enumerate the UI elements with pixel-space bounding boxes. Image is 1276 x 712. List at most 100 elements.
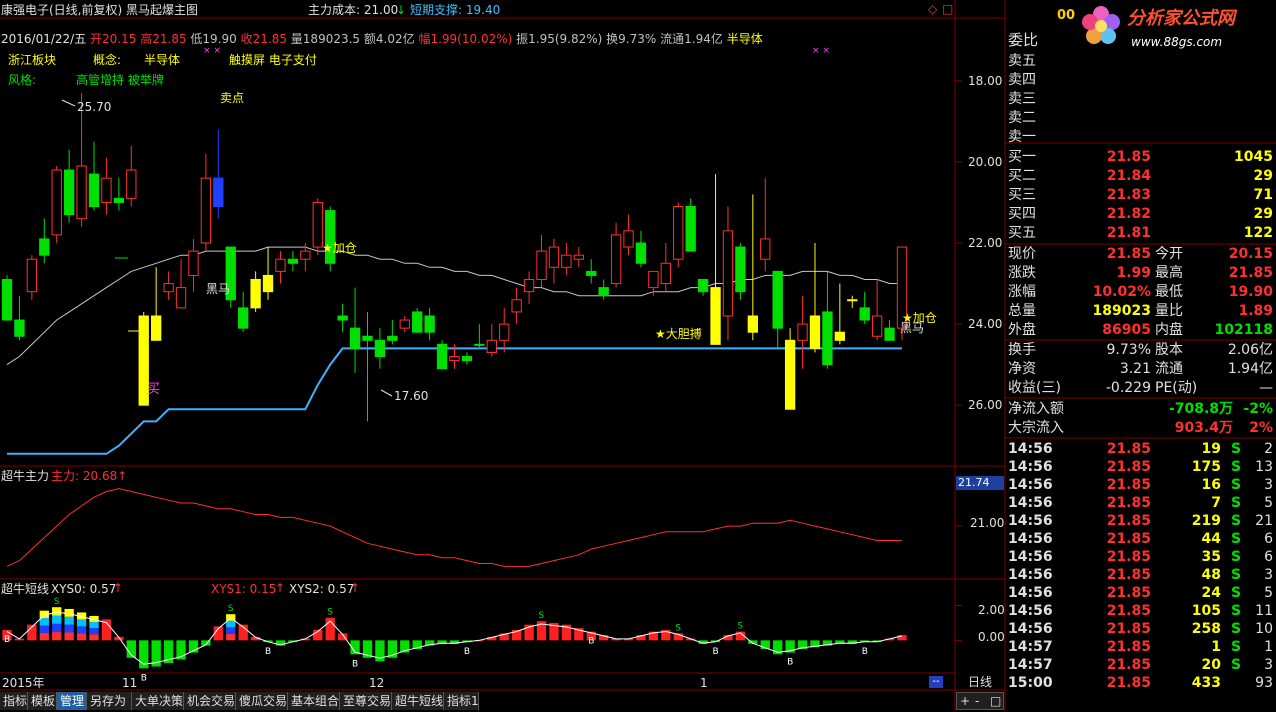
tick-price: 21.85 [1106, 531, 1151, 547]
candle-body [287, 258, 299, 264]
short-bar-seg [226, 614, 236, 621]
bid-volume: 29 [1253, 206, 1273, 222]
time-axis-dec: 12 [369, 676, 385, 690]
buy-mark-label: 买 [147, 382, 161, 397]
tick-price: 21.85 [1106, 603, 1151, 619]
zoom-out-button[interactable]: - [975, 694, 979, 708]
tick-side: S [1231, 567, 1242, 583]
style-value: 高管增持 被举牌 [76, 73, 164, 87]
bid-level-label: 买三 [1008, 187, 1036, 203]
short-bar-seg [89, 634, 99, 641]
high-price-label: 25.70 [77, 100, 112, 114]
period-selector[interactable]: 日线 [956, 674, 1004, 690]
tab-4[interactable]: 大单决策 [132, 692, 184, 710]
tick-side: S [1231, 585, 1242, 601]
tick-count: 3 [1264, 657, 1273, 673]
cost-down-arrow-icon: ↓ [396, 3, 407, 17]
ask-level-label: 卖三 [1008, 91, 1036, 107]
buy-signal-b: B [141, 673, 147, 683]
candle-body [561, 254, 572, 268]
tab-0[interactable]: 指标 [0, 692, 28, 710]
quote-amplitude: 振1.95(9.82%) [516, 32, 603, 46]
tick-time: 14:57 [1008, 657, 1053, 673]
low-pointer-line [380, 389, 393, 397]
x-mark-left: × × [203, 46, 221, 56]
main-force-line [6, 488, 902, 567]
sell-point-label: 卖点 [220, 91, 245, 105]
candle-body [163, 283, 174, 293]
candle-body [673, 206, 684, 260]
ask-level-label: 卖五 [1008, 53, 1036, 69]
stat2-value: — [1259, 380, 1273, 396]
candle-body [39, 238, 50, 256]
main-force-title: 超牛主力 [1, 469, 50, 483]
tick-price: 21.85 [1106, 549, 1151, 565]
tick-time: 14:56 [1008, 441, 1053, 457]
tick-price: 21.85 [1106, 477, 1151, 493]
short-bar-seg [64, 624, 74, 633]
candle-body [784, 339, 796, 410]
stat-value: 86905 [1102, 322, 1151, 338]
short-bar-seg [52, 623, 62, 633]
tick-side: S [1231, 657, 1242, 673]
time-axis-year: 2015年 [2, 676, 45, 690]
zoom-in-button[interactable]: + [960, 694, 970, 708]
tick-price: 21.85 [1106, 567, 1151, 583]
logo-text: 分析家公式网 [1127, 8, 1235, 29]
tab-5[interactable]: 机会交易 [184, 692, 236, 710]
tick-time: 14:56 [1008, 477, 1053, 493]
support-label: 短期支撑: 19.40 [410, 3, 501, 17]
tick-side: S [1231, 603, 1242, 619]
candle-body [250, 278, 261, 309]
add-position-label-1: ★加仓 [322, 241, 357, 255]
stock-code-fragment: 00 [1057, 8, 1076, 23]
tick-volume: 44 [1201, 531, 1221, 547]
fullscreen-icon[interactable]: □ [990, 694, 1001, 708]
time-axis-jan: 1 [700, 676, 708, 690]
short-bar-seg [89, 628, 99, 635]
candle-body [113, 197, 125, 203]
low-price-label: 17.60 [394, 389, 429, 403]
short-bar-seg [64, 616, 74, 625]
tab-1[interactable]: 模板 [28, 692, 57, 710]
candle-body [188, 250, 199, 276]
sub2-axis-label-zero: 0.00 [978, 630, 1005, 644]
candle-body [126, 169, 137, 199]
tab-3[interactable]: 另存为 [87, 692, 132, 710]
tab-2[interactable]: 管理 [57, 692, 87, 710]
candle-body [262, 274, 274, 293]
stat2-label: 换手 [1008, 342, 1036, 358]
candle-body [412, 311, 423, 333]
candle-body [859, 307, 870, 321]
quote-line: 2016/01/22/五 开20.15 高21.85 低19.90 收21.85… [1, 32, 763, 46]
tick-volume: 24 [1201, 585, 1221, 601]
bid-volume: 29 [1253, 168, 1273, 184]
tab-9[interactable]: 超牛短线 [392, 692, 444, 710]
diamond-icon[interactable]: ◇ [928, 2, 937, 16]
candle-body [511, 299, 522, 313]
candle-body [586, 270, 597, 276]
tick-price: 21.85 [1106, 441, 1151, 457]
stat-label: 内盘 [1155, 322, 1183, 338]
logo-url: www.88gs.com [1131, 35, 1223, 49]
stat-value: 10.02% [1092, 284, 1151, 300]
tab-10[interactable]: 指标1 [444, 692, 479, 710]
tab-7[interactable]: 基本组合 [288, 692, 340, 710]
candle-body [275, 258, 286, 272]
tick-count: 5 [1264, 495, 1273, 511]
price-axis-label: 24.00 [968, 317, 1003, 332]
candle-body [88, 173, 100, 208]
xys0-arrow-icon: ↑ [113, 581, 124, 595]
tab-6[interactable]: 傻瓜交易 [236, 692, 288, 710]
tab-8[interactable]: 至尊交易 [340, 692, 392, 710]
sub2-axis-label-top: 2.00 [978, 603, 1005, 617]
tick-count: 6 [1264, 531, 1273, 547]
scroll-indicator[interactable]: -- [929, 676, 943, 688]
xys2-arrow-icon: ↑ [350, 581, 361, 595]
bold-buy-label: ★大胆搏 [655, 327, 702, 341]
bid-volume: 122 [1243, 225, 1273, 241]
stat-label: 外盘 [1008, 322, 1036, 338]
stat2-label: 股本 [1155, 342, 1183, 358]
close-box-icon[interactable]: □ [942, 2, 953, 16]
buy-signal-b: B [265, 647, 271, 657]
